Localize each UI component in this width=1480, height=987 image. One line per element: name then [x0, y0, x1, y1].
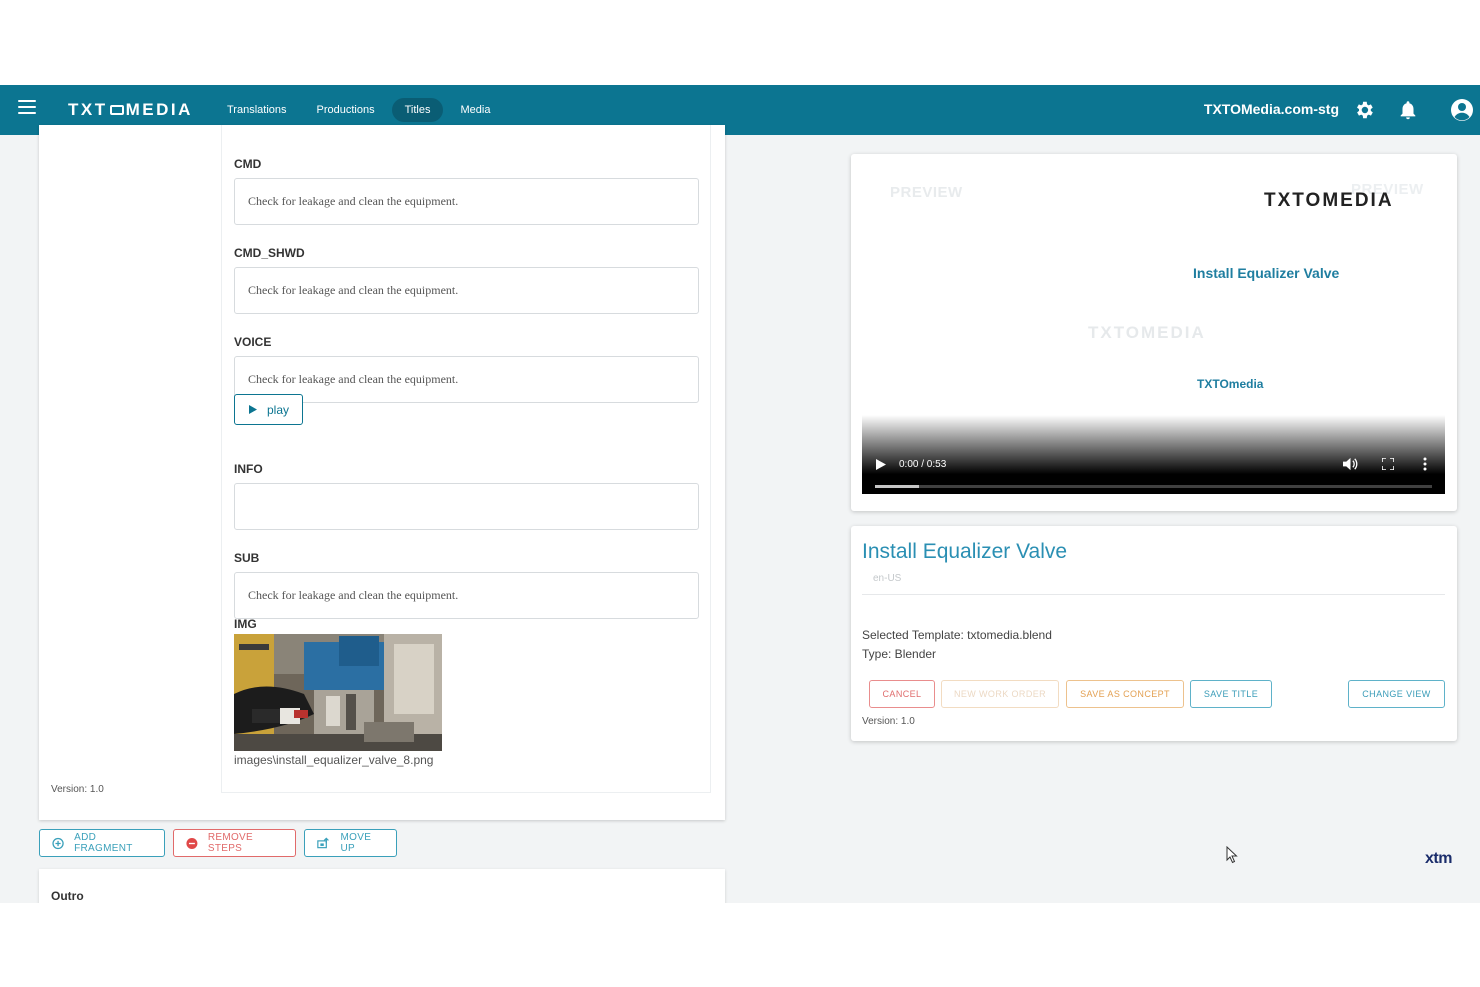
video-play-icon[interactable] — [876, 459, 886, 470]
remove-steps-label: REMOVE STEPS — [207, 832, 253, 854]
title-info-card: Install Equalizer Valve en-US Selected T… — [851, 526, 1457, 741]
sub-field[interactable]: Check for leakage and clean the equipmen… — [234, 572, 699, 619]
fragment-version: Version: 1.0 — [51, 784, 104, 795]
template-type: Type: Blender — [862, 647, 937, 661]
site-name[interactable]: TXTOMedia.com-stg — [1204, 101, 1339, 117]
cmd-field[interactable]: Check for leakage and clean the equipmen… — [234, 178, 699, 225]
video-logo: TXTOMEDIA — [1264, 190, 1394, 211]
add-circle-icon — [52, 837, 64, 849]
nav-translations[interactable]: Translations — [214, 98, 300, 122]
outro-label: Outro — [51, 889, 84, 903]
video-player[interactable]: PREVIEW PREVIEW TXTOMEDIA Install Equali… — [862, 165, 1445, 494]
divider — [862, 594, 1445, 595]
play-label: play — [267, 402, 290, 417]
voice-label: VOICE — [234, 335, 272, 349]
title-version: Version: 1.0 — [862, 716, 915, 727]
main-nav: Translations Productions Titles Media — [214, 98, 503, 122]
language-tag: en-US — [873, 573, 902, 584]
video-time: 0:00 / 0:53 — [899, 459, 947, 470]
info-field[interactable] — [234, 483, 699, 530]
fragment-fields: CMD Check for leakage and clean the equi… — [221, 125, 711, 793]
add-fragment-label: ADD FRAGMENT — [74, 832, 133, 854]
cancel-button[interactable]: CANCEL — [869, 680, 935, 708]
move-up-label: MOVE UP — [340, 832, 372, 854]
video-logo-watermark: TXTOMEDIA — [1088, 323, 1206, 342]
voice-field[interactable]: Check for leakage and clean the equipmen… — [234, 356, 699, 403]
mouse-cursor-icon — [1226, 846, 1238, 864]
remove-steps-button[interactable]: REMOVE STEPS — [173, 829, 296, 857]
fullscreen-icon[interactable] — [1382, 458, 1394, 470]
change-view-button[interactable]: CHANGE VIEW — [1348, 680, 1445, 708]
account-icon[interactable] — [1450, 98, 1474, 122]
settings-icon[interactable] — [1353, 99, 1375, 121]
add-fragment-button[interactable]: ADD FRAGMENT — [39, 829, 165, 857]
fragment-actions: ADD FRAGMENT REMOVE STEPS MOVE UP — [39, 829, 397, 857]
nav-titles[interactable]: Titles — [391, 98, 444, 122]
xtm-logo: xtm — [1425, 850, 1452, 867]
preview-card: PREVIEW PREVIEW TXTOMEDIA Install Equali… — [851, 154, 1457, 511]
video-title: Install Equalizer Valve — [1193, 265, 1340, 281]
info-label: INFO — [234, 462, 263, 476]
app-logo[interactable]: TXT MEDIA — [68, 100, 193, 120]
move-up-icon — [317, 837, 329, 849]
cmd-shwd-field[interactable]: Check for leakage and clean the equipmen… — [234, 267, 699, 314]
save-title-button[interactable]: SAVE TITLE — [1190, 680, 1272, 708]
play-icon — [249, 405, 257, 414]
cmd-label: CMD — [234, 157, 262, 171]
menu-icon[interactable] — [18, 100, 36, 118]
bell-icon[interactable] — [1397, 99, 1419, 121]
preview-watermark: PREVIEW — [890, 184, 963, 201]
video-controls: 0:00 / 0:53 — [862, 450, 1445, 494]
img-label: IMG — [234, 617, 257, 631]
new-work-order-button[interactable]: NEW WORK ORDER — [941, 680, 1059, 708]
app-window: TXT MEDIA Translations Productions Titles… — [0, 85, 1480, 903]
video-progress-bar[interactable] — [875, 485, 1432, 488]
image-path: images\install_equalizer_valve_8.png — [234, 753, 434, 767]
cmd-shwd-label: CMD_SHWD — [234, 246, 305, 260]
play-button[interactable]: play — [234, 394, 303, 425]
selected-template: Selected Template: txtomedia.blend — [862, 628, 1052, 642]
fragment-card: CMD Check for leakage and clean the equi… — [39, 125, 725, 820]
more-options-icon[interactable] — [1423, 457, 1427, 471]
move-up-button[interactable]: MOVE UP — [304, 829, 397, 857]
sub-label: SUB — [234, 551, 260, 565]
save-as-concept-button[interactable]: SAVE AS CONCEPT — [1066, 680, 1184, 708]
outro-card[interactable]: Outro — [39, 869, 725, 903]
nav-media[interactable]: Media — [447, 98, 503, 122]
volume-icon[interactable] — [1343, 457, 1358, 471]
remove-circle-icon — [186, 837, 198, 849]
video-brand: TXTOmedia — [1197, 377, 1264, 391]
step-image[interactable] — [234, 634, 442, 751]
info-title: Install Equalizer Valve — [862, 540, 1068, 563]
nav-productions[interactable]: Productions — [304, 98, 388, 122]
